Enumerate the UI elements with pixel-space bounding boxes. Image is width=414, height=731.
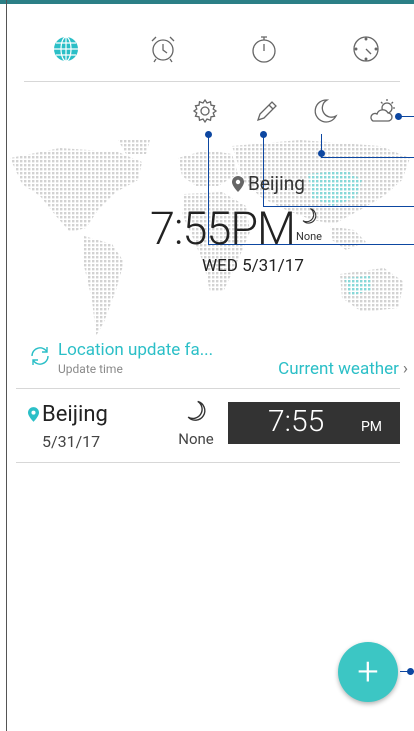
home-date: WED 5/31/17 xyxy=(202,256,304,276)
partly-cloudy-icon xyxy=(370,99,395,122)
tab-stopwatch[interactable] xyxy=(249,34,279,64)
clock-weather-label: None xyxy=(178,430,214,448)
home-city: Beijing xyxy=(232,172,305,195)
gear-icon xyxy=(192,98,218,124)
stopwatch-icon xyxy=(252,36,276,63)
weather-button[interactable] xyxy=(368,96,398,126)
location-pin-icon xyxy=(28,407,39,422)
edit-button[interactable] xyxy=(252,96,282,126)
tab-alarm[interactable] xyxy=(148,34,178,64)
timer-icon xyxy=(353,36,379,62)
moon-icon xyxy=(187,400,206,421)
location-status[interactable]: Location update fa... xyxy=(58,340,213,360)
tabs-divider xyxy=(24,81,400,82)
moon-icon xyxy=(302,208,317,224)
clock-time-box: 7:55 PM xyxy=(228,402,400,444)
location-pin-icon xyxy=(232,175,244,192)
current-weather-link[interactable]: Current weather › xyxy=(278,359,408,379)
settings-button[interactable] xyxy=(190,96,220,126)
row-divider xyxy=(16,462,400,463)
clock-time: 7:55 xyxy=(268,404,325,439)
tab-world-clock[interactable] xyxy=(51,34,81,64)
moon-icon xyxy=(314,99,338,123)
home-weather: None xyxy=(292,206,326,243)
callout-edit-dot xyxy=(260,131,267,138)
tab-timer[interactable] xyxy=(351,34,381,64)
clock-weather: None xyxy=(176,398,216,448)
callout-night-dot xyxy=(318,150,325,157)
location-row: Location update fa... Update time Curren… xyxy=(28,340,408,380)
plus-icon: + xyxy=(357,650,379,694)
clock-city: Beijing xyxy=(28,402,108,427)
home-city-label: Beijing xyxy=(248,172,305,195)
globe-icon xyxy=(54,36,78,62)
callout-fab-dot xyxy=(407,668,414,675)
add-clock-button[interactable]: + xyxy=(338,642,398,702)
frame-edge xyxy=(6,0,7,731)
tab-bar xyxy=(0,4,414,82)
clock-date: 5/31/17 xyxy=(42,432,101,451)
callout-night-h xyxy=(321,157,414,158)
list-item[interactable]: Beijing 5/31/17 None 7:55 PM xyxy=(16,392,400,462)
current-weather-label: Current weather xyxy=(278,359,399,379)
alarm-clock-icon xyxy=(151,36,175,63)
night-mode-button[interactable] xyxy=(310,96,340,126)
clock-city-label: Beijing xyxy=(42,402,108,427)
home-weather-label: None xyxy=(295,230,323,243)
callout-edit-v xyxy=(263,134,264,207)
sync-icon[interactable] xyxy=(28,344,52,368)
update-time-label: Update time xyxy=(58,362,123,376)
home-time: 7:55PM xyxy=(150,202,296,255)
row-divider xyxy=(16,388,400,389)
pencil-icon xyxy=(256,101,277,122)
chevron-right-icon: › xyxy=(402,359,408,379)
clock-ampm: PM xyxy=(360,419,382,435)
callout-weather-dot xyxy=(395,113,402,120)
callout-settings-dot xyxy=(205,131,212,138)
